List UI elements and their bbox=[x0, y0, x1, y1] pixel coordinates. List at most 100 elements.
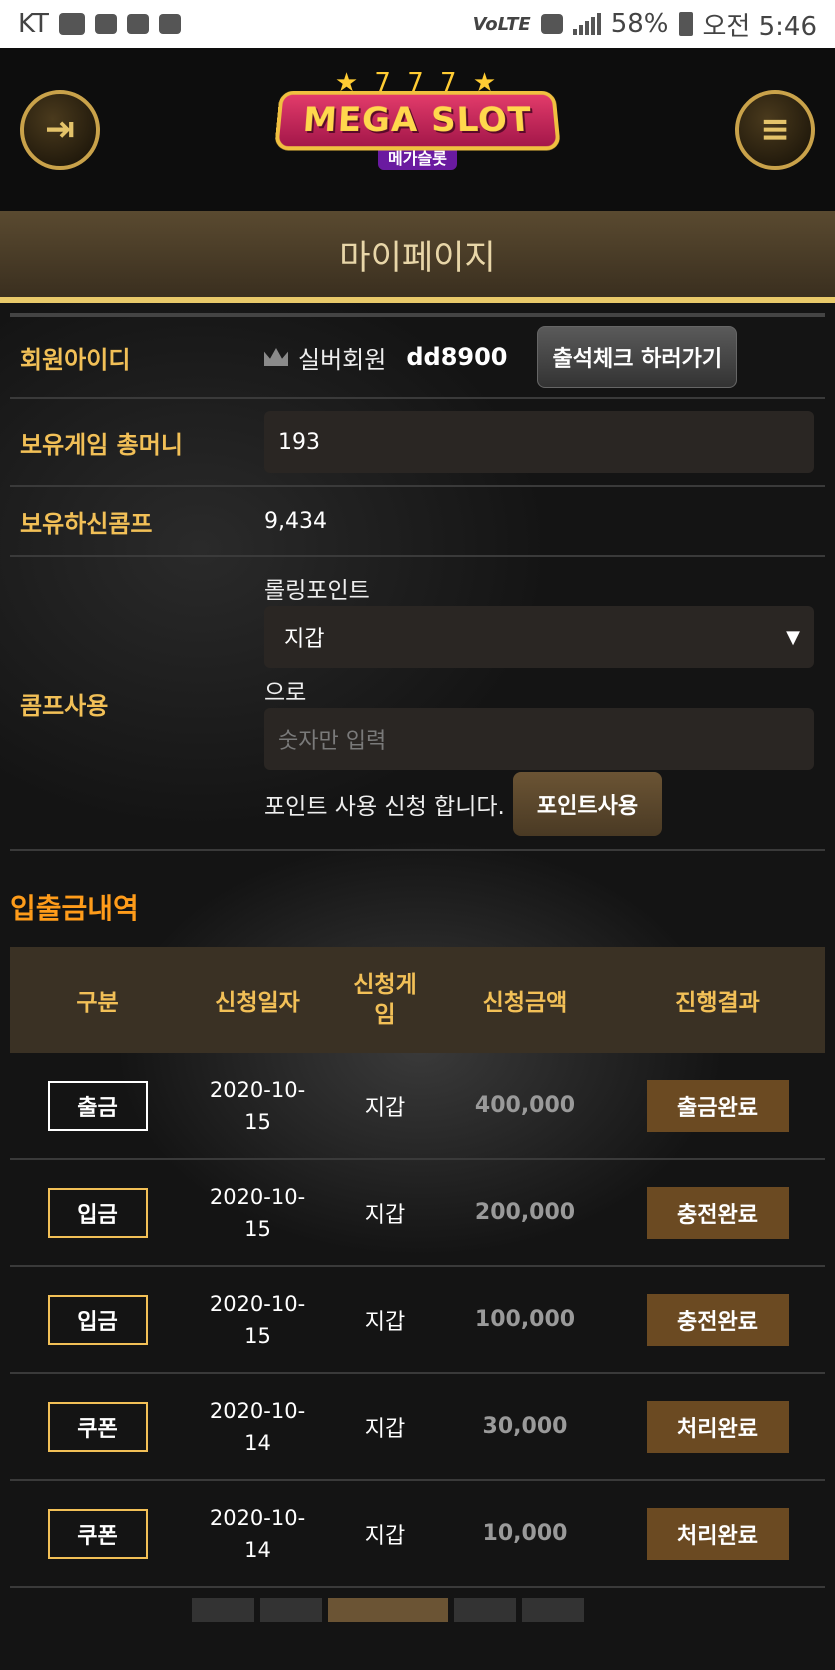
page-button[interactable] bbox=[260, 1598, 322, 1622]
gallery-icon bbox=[94, 14, 117, 34]
row-game: 지갑 bbox=[364, 1202, 406, 1228]
header-type: 구분 bbox=[76, 990, 119, 1016]
clock: 오전 5:46 bbox=[702, 11, 818, 42]
row-date: 2020-10-14 bbox=[209, 1398, 306, 1455]
table-header: 구분 신청일자 신청게임 신청금액 진행결과 bbox=[10, 947, 825, 1053]
row-date-cell: 2020-10-15 bbox=[185, 1074, 330, 1138]
row-type-cell: 입금 bbox=[10, 1294, 185, 1345]
type-badge: 쿠폰 bbox=[47, 1401, 148, 1452]
row-result-cell: 충전완료 bbox=[610, 1186, 825, 1239]
header-game-text: 신청게임 bbox=[353, 972, 417, 1028]
row-game: 지갑 bbox=[364, 1309, 406, 1335]
battery-percent: 58% bbox=[610, 9, 669, 39]
result-badge: 충전완료 bbox=[646, 1186, 789, 1239]
rolling-point-label: 롤링포인트 bbox=[264, 578, 370, 604]
type-badge: 쿠폰 bbox=[47, 1508, 148, 1559]
page-button[interactable] bbox=[192, 1598, 254, 1622]
row-type-cell: 쿠폰 bbox=[10, 1401, 185, 1452]
member-grade: 실버회원 bbox=[298, 345, 387, 374]
type-badge: 출금 bbox=[47, 1080, 148, 1131]
row-date-cell: 2020-10-15 bbox=[185, 1288, 330, 1352]
row-game: 지갑 bbox=[364, 1416, 406, 1442]
arrow-in-icon: ⇥ bbox=[44, 109, 76, 150]
carrier-label: KT bbox=[18, 9, 49, 39]
money-row: 보유게임 총머니 193 bbox=[10, 399, 825, 487]
row-result-cell: 출금완료 bbox=[610, 1079, 825, 1132]
member-id-value: 실버회원 dd8900 출석체크 하러가기 bbox=[264, 326, 825, 388]
apply-line: 포인트 사용 신청 합니다. 포인트사용 bbox=[264, 772, 814, 836]
table-row: 출금 2020-10-15 지갑 400,000 출금완료 bbox=[10, 1053, 825, 1160]
hamburger-icon: ≡ bbox=[759, 109, 791, 150]
comp-label: 보유하신콤프 bbox=[20, 509, 153, 538]
status-left: KT bbox=[18, 9, 181, 39]
result-badge: 충전완료 bbox=[646, 1293, 789, 1346]
mail-icon bbox=[126, 14, 149, 34]
header-date: 신청일자 bbox=[215, 990, 300, 1016]
crown-icon bbox=[264, 348, 288, 366]
row-amount: 10,000 bbox=[482, 1521, 568, 1546]
row-date-cell: 2020-10-15 bbox=[185, 1181, 330, 1245]
amount-input[interactable]: 숫자만 입력 bbox=[264, 708, 814, 770]
apply-text: 포인트 사용 신청 합니다. bbox=[264, 794, 505, 820]
status-bar: KT VoLTE 58% 오전 5:46 bbox=[0, 0, 835, 48]
page-button-active[interactable] bbox=[328, 1598, 448, 1622]
battery-icon bbox=[678, 12, 693, 36]
row-game: 지갑 bbox=[364, 1523, 406, 1549]
row-date: 2020-10-14 bbox=[209, 1505, 306, 1562]
money-field: 193 bbox=[264, 411, 814, 473]
comp-row: 보유하신콤프 9,434 bbox=[10, 487, 825, 557]
user-id: dd8900 bbox=[406, 343, 508, 371]
table-row: 쿠폰 2020-10-14 지갑 10,000 처리완료 bbox=[10, 1481, 825, 1588]
row-result-cell: 처리완료 bbox=[610, 1507, 825, 1560]
page-title: 마이페이지 bbox=[0, 211, 835, 303]
app-notification-icon bbox=[158, 14, 181, 34]
row-date: 2020-10-15 bbox=[209, 1077, 306, 1134]
pagination bbox=[192, 1598, 835, 1622]
type-badge: 입금 bbox=[47, 1187, 148, 1238]
menu-button[interactable]: ≡ bbox=[735, 89, 815, 170]
dropdown-arrow-icon: ▼ bbox=[786, 626, 800, 648]
row-result-cell: 충전완료 bbox=[610, 1293, 825, 1346]
page-button[interactable] bbox=[454, 1598, 516, 1622]
result-badge: 처리완료 bbox=[646, 1400, 789, 1453]
logo-ribbon: MEGA SLOT bbox=[273, 90, 562, 150]
site-header: ⇥ ★ 7 7 7 ★ MEGA SLOT 메가슬롯 ≡ bbox=[0, 48, 835, 211]
money-value-wrap: 193 bbox=[264, 411, 825, 473]
status-right: VoLTE 58% 오전 5:46 bbox=[473, 6, 817, 43]
header-amount: 신청금액 bbox=[482, 990, 568, 1016]
result-badge: 출금완료 bbox=[646, 1079, 789, 1132]
row-amount: 200,000 bbox=[474, 1200, 576, 1225]
row-date-cell: 2020-10-14 bbox=[185, 1395, 330, 1459]
comp-value: 9,434 bbox=[264, 508, 327, 534]
comp-use-controls: 롤링포인트 지갑 ▼ 으로 숫자만 입력 포인트 사용 신청 합니다. 포인트사… bbox=[264, 560, 825, 846]
row-amount: 100,000 bbox=[474, 1307, 576, 1332]
row-date: 2020-10-15 bbox=[209, 1184, 306, 1241]
page-button[interactable] bbox=[522, 1598, 584, 1622]
wallet-select[interactable]: 지갑 ▼ bbox=[264, 606, 814, 668]
money-label: 보유게임 총머니 bbox=[20, 430, 183, 459]
row-type-cell: 출금 bbox=[10, 1080, 185, 1131]
logo-title: MEGA SLOT bbox=[301, 99, 534, 140]
login-button[interactable]: ⇥ bbox=[20, 89, 100, 170]
point-use-button[interactable]: 포인트사용 bbox=[512, 772, 663, 836]
volte-label: VoLTE bbox=[472, 13, 531, 35]
table-row: 입금 2020-10-15 지갑 200,000 충전완료 bbox=[10, 1160, 825, 1267]
page-content: ⇥ ★ 7 7 7 ★ MEGA SLOT 메가슬롯 ≡ 마이페이지 회원아이디… bbox=[0, 48, 835, 1622]
row-type-cell: 입금 bbox=[10, 1187, 185, 1238]
wifi-icon bbox=[540, 14, 563, 34]
youtube-icon bbox=[58, 13, 85, 35]
history-title: 입출금내역 bbox=[10, 892, 139, 925]
history-table: 구분 신청일자 신청게임 신청금액 진행결과 출금 2020-10-15 지갑 … bbox=[10, 947, 825, 1588]
comp-use-stack: 롤링포인트 지갑 ▼ 으로 숫자만 입력 포인트 사용 신청 합니다. 포인트사… bbox=[264, 560, 814, 846]
table-row: 쿠폰 2020-10-14 지갑 30,000 처리완료 bbox=[10, 1374, 825, 1481]
comp-use-label: 콤프사용 bbox=[20, 691, 109, 720]
comp-use-row: 콤프사용 롤링포인트 지갑 ▼ 으로 숫자만 입력 포인트 사용 신청 합니다.… bbox=[10, 557, 825, 851]
row-amount: 400,000 bbox=[474, 1093, 576, 1118]
to-text: 으로 bbox=[264, 680, 307, 706]
member-id-label: 회원아이디 bbox=[20, 345, 131, 374]
row-amount: 30,000 bbox=[482, 1414, 568, 1439]
attendance-button[interactable]: 출석체크 하러가기 bbox=[537, 326, 738, 388]
site-logo[interactable]: ★ 7 7 7 ★ MEGA SLOT 메가슬롯 bbox=[273, 60, 563, 200]
type-badge: 입금 bbox=[47, 1294, 148, 1345]
signal-icon bbox=[572, 13, 601, 35]
